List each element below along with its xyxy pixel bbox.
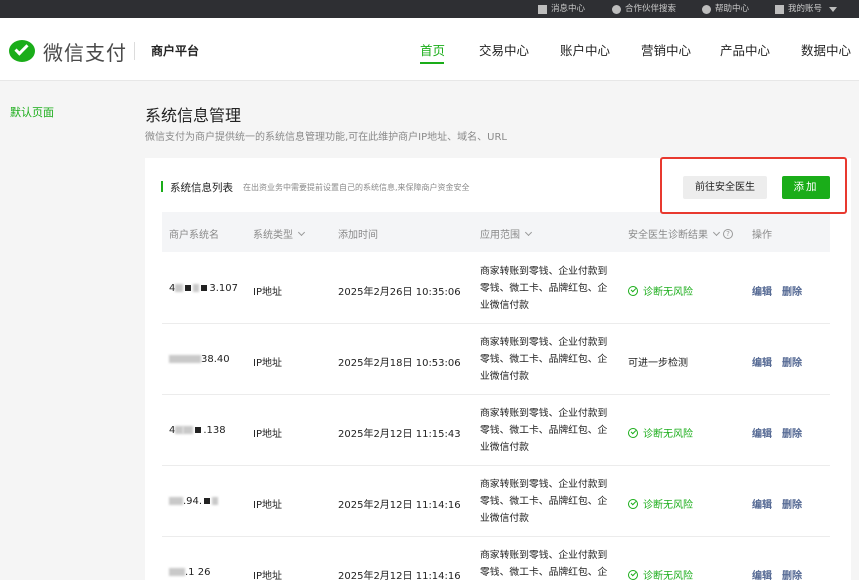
table-row: 4.138 IP地址 2025年2月12日 11:15:43 商家转账到零钱、企… bbox=[162, 395, 830, 466]
delete-link[interactable]: 删除 bbox=[782, 354, 802, 369]
added-time-cell: 2025年2月18日 10:53:06 bbox=[338, 358, 461, 369]
system-name-cell: 4 3.107 bbox=[169, 283, 239, 294]
delete-link[interactable]: 删除 bbox=[782, 567, 802, 580]
panel-title-marker bbox=[161, 181, 163, 192]
system-type-cell: IP地址 bbox=[253, 500, 282, 511]
delete-link[interactable]: 删除 bbox=[782, 425, 802, 440]
message-center-link[interactable]: 消息中心 bbox=[538, 0, 585, 18]
added-time-cell: 2025年2月12日 11:14:16 bbox=[338, 571, 461, 580]
table-row: 4 3.107 IP地址 2025年2月26日 10:35:06 商家转账到零钱、… bbox=[162, 253, 830, 324]
col-system-name: 商户系统名 bbox=[169, 230, 219, 241]
table-header: 商户系统名 系统类型 添加时间 应用范围 安全医生诊断结果? 操作 bbox=[162, 212, 830, 252]
search-icon bbox=[612, 4, 621, 14]
diagnosis-result-cell: 诊断无风险 bbox=[628, 425, 693, 440]
added-time-cell: 2025年2月26日 10:35:06 bbox=[338, 287, 461, 298]
highlight-box bbox=[660, 157, 847, 214]
operations-cell: 编辑 删除 bbox=[752, 425, 802, 440]
check-circle-icon bbox=[628, 569, 638, 580]
diagnosis-result-cell: 诊断无风险 bbox=[628, 567, 693, 580]
scope-cell: 商家转账到零钱、企业付款到零钱、微工卡、品牌红包、企业微信付款 bbox=[480, 337, 608, 382]
added-time-cell: 2025年2月12日 11:14:16 bbox=[338, 500, 461, 511]
nav-active-indicator bbox=[420, 62, 444, 64]
system-type-cell: IP地址 bbox=[253, 287, 282, 298]
system-type-cell: IP地址 bbox=[253, 429, 282, 440]
help-center-link[interactable]: 帮助中心 bbox=[702, 0, 749, 18]
edit-link[interactable]: 编辑 bbox=[752, 283, 772, 298]
edit-link[interactable]: 编辑 bbox=[752, 496, 772, 511]
wechat-pay-logo[interactable]: 微信支付 bbox=[9, 37, 127, 66]
scope-cell: 商家转账到零钱、企业付款到零钱、微工卡、品牌红包、企业微信付款 bbox=[480, 266, 608, 311]
system-name-cell: 4.138 bbox=[169, 425, 226, 436]
col-system-type[interactable]: 系统类型 bbox=[253, 226, 306, 241]
panel-subtitle: 在出资业务中需要提前设置自己的系统信息,来保障商户资金安全 bbox=[243, 183, 470, 192]
delete-link[interactable]: 删除 bbox=[782, 496, 802, 511]
page-title: 系统信息管理 bbox=[145, 106, 242, 125]
operations-cell: 编辑 删除 bbox=[752, 354, 802, 369]
operations-cell: 编辑 删除 bbox=[752, 567, 802, 580]
mail-icon bbox=[538, 4, 547, 14]
col-diagnosis-result[interactable]: 安全医生诊断结果? bbox=[628, 226, 733, 241]
scope-cell: 商家转账到零钱、企业付款到零钱、微工卡、品牌红包、企业微信付款 bbox=[480, 550, 608, 578]
header-divider bbox=[134, 42, 135, 60]
table-row: 38.40 IP地址 2025年2月18日 10:53:06 商家转账到零钱、企… bbox=[162, 324, 830, 395]
nav-account[interactable]: 账户中心 bbox=[560, 40, 610, 59]
user-icon bbox=[775, 4, 784, 14]
caret-down-icon bbox=[829, 6, 838, 12]
table-row: .1 26 IP地址 2025年2月12日 11:14:16 商家转账到零钱、企… bbox=[162, 537, 830, 580]
chevron-down-icon bbox=[297, 228, 306, 236]
check-circle-icon bbox=[628, 498, 638, 509]
help-question-icon[interactable]: ? bbox=[723, 228, 733, 239]
system-name-cell: 38.40 bbox=[169, 354, 230, 365]
col-scope[interactable]: 应用范围 bbox=[480, 226, 533, 241]
partner-search-link[interactable]: 合作伙伴搜索 bbox=[612, 0, 676, 18]
chevron-down-icon bbox=[712, 228, 721, 236]
diagnosis-result-cell: 诊断无风险 bbox=[628, 496, 693, 511]
top-bar: 消息中心 合作伙伴搜索 帮助中心 我的账号 bbox=[0, 0, 859, 18]
platform-name: 商户平台 bbox=[151, 44, 200, 58]
panel-title: 系统信息列表 bbox=[170, 182, 233, 194]
diagnosis-result-cell: 诊断无风险 bbox=[628, 283, 693, 298]
edit-link[interactable]: 编辑 bbox=[752, 354, 772, 369]
system-name-cell: .1 26 bbox=[169, 567, 210, 578]
nav-data[interactable]: 数据中心 bbox=[801, 40, 851, 59]
operations-cell: 编辑 删除 bbox=[752, 496, 802, 511]
sidebar-item-default-page[interactable]: 默认页面 bbox=[10, 104, 54, 120]
header: 微信支付 商户平台 首页 交易中心 账户中心 营销中心 产品中心 数据中心 bbox=[0, 18, 859, 81]
page-description: 微信支付为商户提供统一的系统信息管理功能,可在此维护商户IP地址、域名、URL bbox=[145, 132, 507, 143]
account-menu[interactable]: 我的账号 bbox=[775, 0, 838, 18]
system-type-cell: IP地址 bbox=[253, 358, 282, 369]
edit-link[interactable]: 编辑 bbox=[752, 567, 772, 580]
delete-link[interactable]: 删除 bbox=[782, 283, 802, 298]
system-info-panel: 系统信息列表 在出资业务中需要提前设置自己的系统信息,来保障商户资金安全 前往安… bbox=[145, 158, 851, 580]
system-name-cell: .94. bbox=[169, 496, 219, 507]
operations-cell: 编辑 删除 bbox=[752, 283, 802, 298]
diagnosis-result-cell: 可进一步检测 bbox=[628, 358, 688, 369]
nav-products[interactable]: 产品中心 bbox=[720, 40, 770, 59]
added-time-cell: 2025年2月12日 11:15:43 bbox=[338, 429, 461, 440]
col-operations: 操作 bbox=[752, 230, 772, 241]
col-added-time: 添加时间 bbox=[338, 230, 378, 241]
chevron-down-icon bbox=[524, 228, 533, 236]
nav-home[interactable]: 首页 bbox=[420, 40, 445, 59]
scope-cell: 商家转账到零钱、企业付款到零钱、微工卡、品牌红包、企业微信付款 bbox=[480, 408, 608, 453]
scope-cell: 商家转账到零钱、企业付款到零钱、微工卡、品牌红包、企业微信付款 bbox=[480, 479, 608, 524]
nav-marketing[interactable]: 营销中心 bbox=[641, 40, 691, 59]
nav-transactions[interactable]: 交易中心 bbox=[479, 40, 529, 59]
table-row: .94. IP地址 2025年2月12日 11:14:16 商家转账到零钱、企业… bbox=[162, 466, 830, 537]
check-circle-icon bbox=[628, 427, 638, 438]
wechat-pay-logo-icon bbox=[9, 39, 37, 65]
system-type-cell: IP地址 bbox=[253, 571, 282, 580]
help-icon bbox=[702, 4, 711, 14]
edit-link[interactable]: 编辑 bbox=[752, 425, 772, 440]
check-circle-icon bbox=[628, 285, 638, 296]
